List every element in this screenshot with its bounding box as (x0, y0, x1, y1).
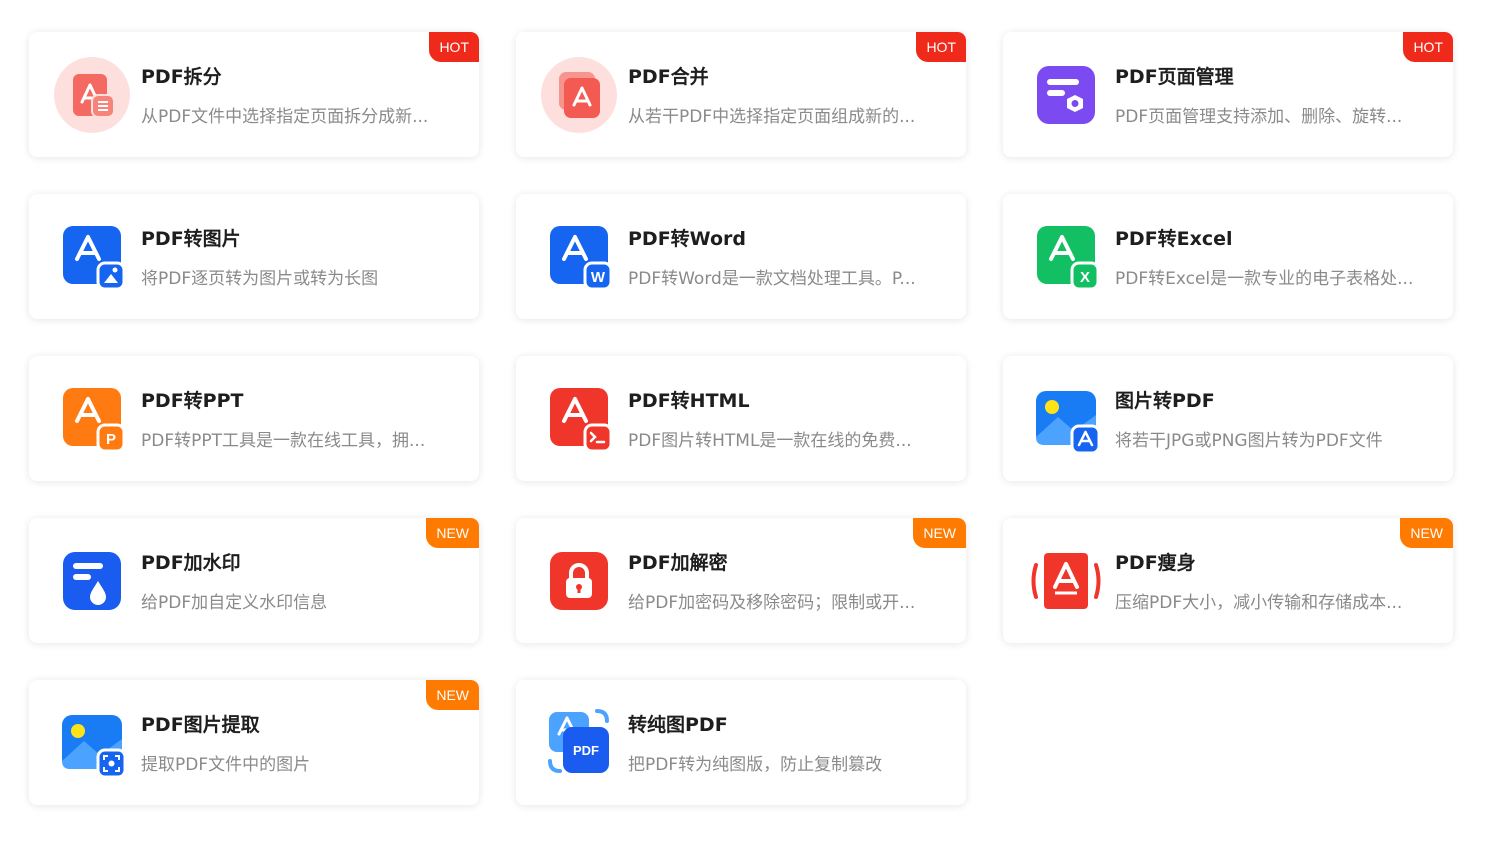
tool-title: PDF图片提取 (141, 714, 260, 736)
tool-title: PDF拆分 (141, 66, 222, 88)
tool-title: PDF转图片 (141, 228, 241, 250)
tool-card-pdf-to-image[interactable]: PDF转图片 将PDF逐页转为图片或转为长图 (29, 194, 479, 319)
tool-description: 从PDF文件中选择指定页面拆分成新... (141, 107, 429, 127)
compress-icon (1028, 543, 1104, 619)
tool-title: PDF转Excel (1115, 228, 1233, 250)
new-badge: NEW (913, 518, 966, 548)
pdf-to-excel-icon: X (1028, 219, 1104, 295)
pure-image-pdf-icon: PDF (541, 705, 617, 781)
tool-card-pdf-to-word[interactable]: W PDF转Word PDF转Word是一款文档处理工具。P... (516, 194, 966, 319)
tool-card-extract-image[interactable]: PDF图片提取 提取PDF文件中的图片 NEW (29, 680, 479, 805)
tool-description: PDF图片转HTML是一款在线的免费... (628, 431, 912, 451)
svg-text:PDF: PDF (573, 743, 599, 758)
hot-badge: HOT (916, 32, 966, 62)
svg-text:X: X (1080, 269, 1090, 286)
tool-card-pdf-split[interactable]: PDF拆分 从PDF文件中选择指定页面拆分成新... HOT (29, 32, 479, 157)
tool-description: 把PDF转为纯图版，防止复制篡改 (628, 755, 883, 775)
pdf-merge-icon (541, 57, 617, 133)
tool-description: 将PDF逐页转为图片或转为长图 (141, 269, 379, 289)
svg-text:P: P (106, 431, 116, 448)
pdf-to-html-icon (541, 381, 617, 457)
tool-description: PDF转PPT工具是一款在线工具，拥... (141, 431, 426, 451)
tool-card-pdf-merge[interactable]: PDF合并 从若干PDF中选择指定页面组成新的... HOT (516, 32, 966, 157)
tool-card-pdf-to-html[interactable]: PDF转HTML PDF图片转HTML是一款在线的免费... (516, 356, 966, 481)
tool-description: PDF页面管理支持添加、删除、旋转... (1115, 107, 1403, 127)
new-badge: NEW (1400, 518, 1453, 548)
pdf-to-image-icon (54, 219, 130, 295)
extract-image-icon (54, 705, 130, 781)
tool-card-pdf-to-ppt[interactable]: P PDF转PPT PDF转PPT工具是一款在线工具，拥... (29, 356, 479, 481)
tool-title: PDF加水印 (141, 552, 241, 574)
tool-card-image-to-pdf[interactable]: 图片转PDF 将若干JPG或PNG图片转为PDF文件 (1003, 356, 1453, 481)
tool-description: 将若干JPG或PNG图片转为PDF文件 (1115, 431, 1383, 451)
tool-card-encrypt[interactable]: PDF加解密 给PDF加密码及移除密码；限制或开... NEW (516, 518, 966, 643)
watermark-icon (54, 543, 130, 619)
tool-title: 转纯图PDF (628, 714, 728, 736)
image-to-pdf-icon (1028, 381, 1104, 457)
tool-card-page-manage[interactable]: PDF页面管理 PDF页面管理支持添加、删除、旋转... HOT (1003, 32, 1453, 157)
pdf-split-icon (54, 57, 130, 133)
tool-description: 压缩PDF大小，减小传输和存储成本... (1115, 593, 1403, 613)
hot-badge: HOT (429, 32, 479, 62)
tool-title: PDF转PPT (141, 390, 244, 412)
tool-title: PDF合并 (628, 66, 709, 88)
tool-description: PDF转Excel是一款专业的电子表格处... (1115, 269, 1414, 289)
tool-card-pdf-to-excel[interactable]: X PDF转Excel PDF转Excel是一款专业的电子表格处... (1003, 194, 1453, 319)
tool-card-pure-image-pdf[interactable]: PDF 转纯图PDF 把PDF转为纯图版，防止复制篡改 (516, 680, 966, 805)
tool-title: PDF转HTML (628, 390, 750, 412)
tool-description: PDF转Word是一款文档处理工具。P... (628, 269, 916, 289)
tool-title: PDF页面管理 (1115, 66, 1234, 88)
tool-title: PDF转Word (628, 228, 746, 250)
page-manage-icon (1028, 57, 1104, 133)
tool-title: PDF加解密 (628, 552, 728, 574)
tool-description: 从若干PDF中选择指定页面组成新的... (628, 107, 916, 127)
lock-icon (541, 543, 617, 619)
tool-card-compress[interactable]: PDF瘦身 压缩PDF大小，减小传输和存储成本... NEW (1003, 518, 1453, 643)
hot-badge: HOT (1403, 32, 1453, 62)
tool-grid: PDF拆分 从PDF文件中选择指定页面拆分成新... HOT PDF合并 从若干… (29, 32, 1453, 805)
tool-card-watermark[interactable]: PDF加水印 给PDF加自定义水印信息 NEW (29, 518, 479, 643)
pdf-to-ppt-icon: P (54, 381, 130, 457)
new-badge: NEW (426, 680, 479, 710)
tool-description: 给PDF加自定义水印信息 (141, 593, 328, 613)
tool-description: 给PDF加密码及移除密码；限制或开... (628, 593, 916, 613)
tool-title: PDF瘦身 (1115, 552, 1196, 574)
new-badge: NEW (426, 518, 479, 548)
pdf-to-word-icon: W (541, 219, 617, 295)
svg-text:W: W (591, 269, 606, 286)
tool-description: 提取PDF文件中的图片 (141, 755, 311, 775)
tool-title: 图片转PDF (1115, 390, 1215, 412)
